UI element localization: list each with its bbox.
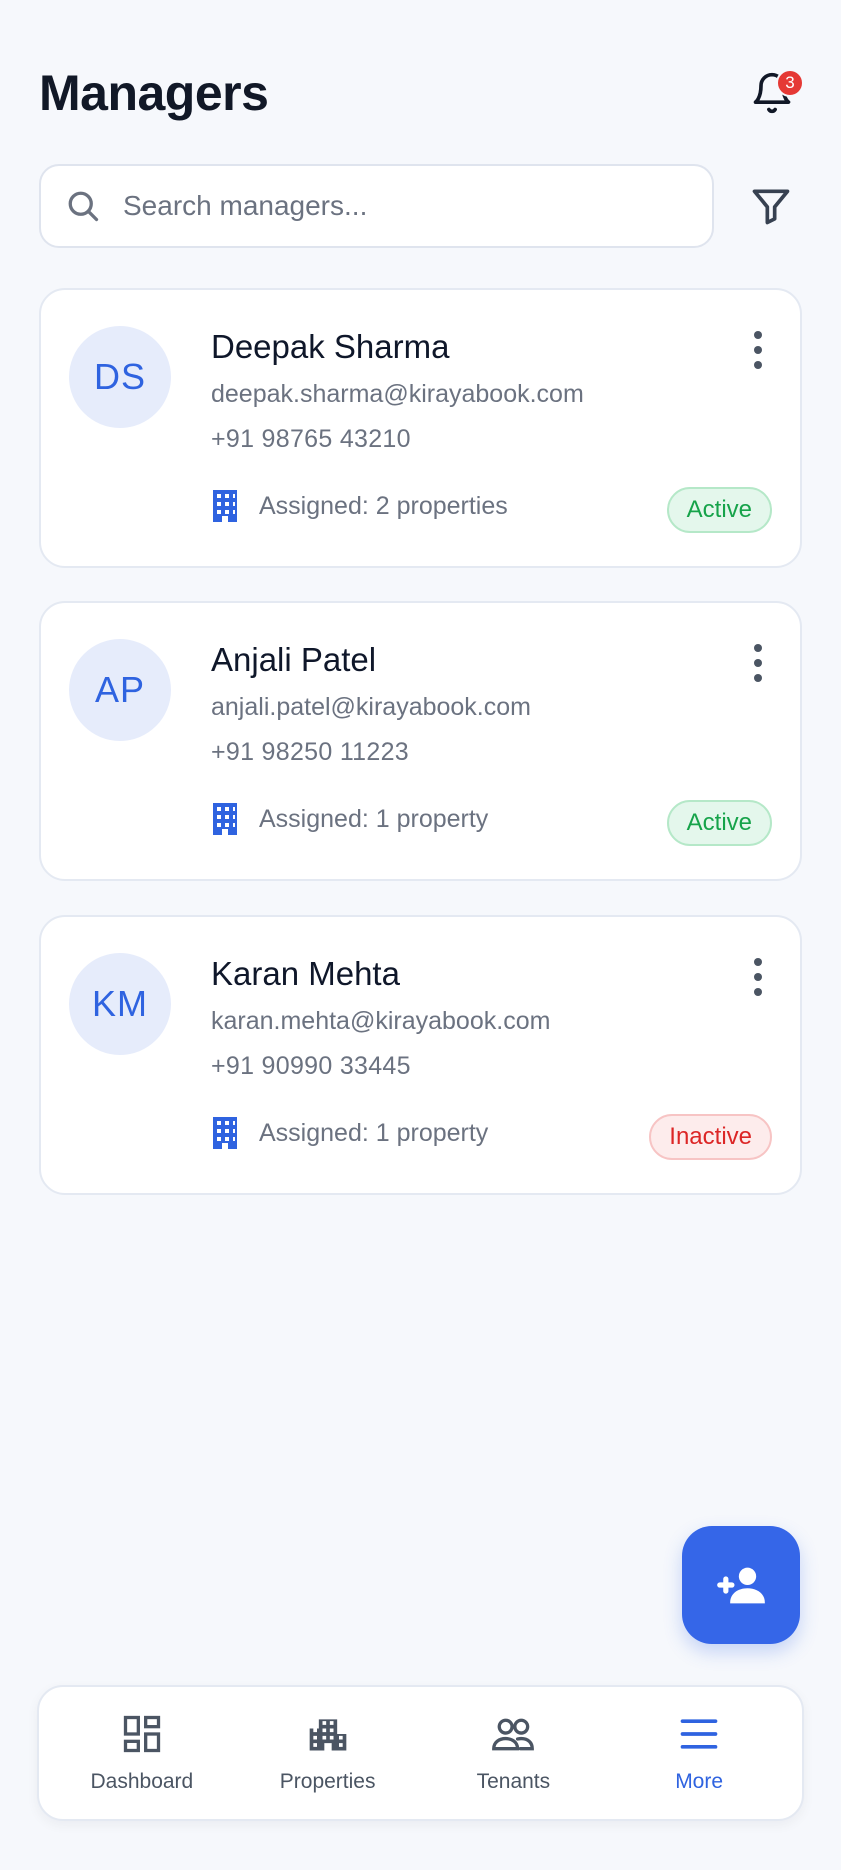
nav-label-more: More [675,1770,724,1793]
manager-card[interactable]: AP Anjali Patel anjali.patel@kirayabook.… [39,601,802,881]
building-icon [309,1719,346,1751]
nav-label-dashboard: Dashboard [90,1770,194,1793]
manager-email: karan.mehta@kirayabook.com [211,1007,551,1035]
bottom-nav: Dashboard Properties Tenants More [37,1685,804,1821]
notification-badge: 3 [776,69,804,97]
nav-item-tenants[interactable]: Tenants [423,1712,603,1794]
manager-name: Deepak Sharma [211,328,450,365]
manager-email: deepak.sharma@kirayabook.com [211,380,584,408]
assigned-label: Assigned: 2 properties [259,491,508,520]
nav-label-tenants: Tenants [476,1770,551,1793]
search-box[interactable] [39,164,714,248]
more-options-button[interactable] [744,955,772,999]
tenants-icon [492,1718,535,1751]
status-badge: Active [666,800,772,846]
building-icon [213,1117,237,1149]
nav-item-dashboard[interactable]: Dashboard [52,1712,232,1794]
assigned-properties: Assigned: 1 property [211,1117,488,1149]
status-badge: Inactive [649,1114,772,1160]
notifications-button[interactable]: 3 [742,63,804,123]
building-icon [213,803,237,835]
assigned-label: Assigned: 1 property [259,804,489,833]
assigned-properties: Assigned: 1 property [211,803,488,835]
search-row [39,164,802,248]
manager-email: anjali.patel@kirayabook.com [211,693,531,721]
page-title: Managers [39,65,269,121]
manager-name: Karan Mehta [211,955,400,992]
filter-button[interactable] [740,175,802,237]
assigned-properties: Assigned: 2 properties [211,490,508,522]
nav-label-properties: Properties [279,1770,376,1793]
filter-icon [752,189,790,225]
avatar: KM [69,953,171,1055]
building-icon [213,490,237,522]
manager-name: Anjali Patel [211,641,377,678]
avatar: AP [69,639,171,741]
assigned-label: Assigned: 1 property [259,1118,489,1147]
manager-card[interactable]: DS Deepak Sharma deepak.sharma@kirayaboo… [39,288,802,568]
manager-phone: +91 98250 11223 [211,738,409,766]
add-user-icon [717,1567,765,1604]
dashboard-icon [123,1715,161,1753]
menu-icon [680,1719,718,1749]
manager-phone: +91 98765 43210 [211,425,411,453]
search-input[interactable] [123,190,688,222]
nav-item-more[interactable]: More [609,1712,789,1794]
nav-item-properties[interactable]: Properties [238,1712,418,1794]
search-icon [68,191,99,222]
more-options-button[interactable] [744,641,772,685]
manager-phone: +91 90990 33445 [211,1052,411,1080]
header: Managers 3 [39,60,804,126]
manager-card[interactable]: KM Karan Mehta karan.mehta@kirayabook.co… [39,915,802,1195]
status-badge: Active [666,487,772,533]
add-manager-button[interactable] [682,1526,800,1644]
avatar: DS [69,326,171,428]
more-options-button[interactable] [744,328,772,372]
